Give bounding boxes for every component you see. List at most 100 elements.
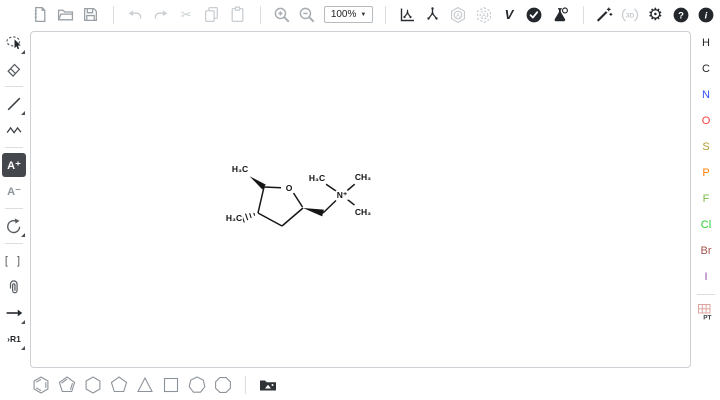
element-button-f[interactable]: F bbox=[695, 188, 717, 210]
element-button-s[interactable]: S bbox=[695, 136, 717, 158]
lasso-selection-tool[interactable] bbox=[2, 31, 26, 55]
cut-icon: ✂ bbox=[181, 8, 192, 21]
element-button-br[interactable]: Br bbox=[695, 240, 717, 262]
template-cyclooctane[interactable] bbox=[210, 372, 236, 398]
settings-button[interactable]: ⚙ bbox=[644, 3, 667, 27]
open-button[interactable] bbox=[53, 3, 76, 27]
help-button[interactable]: ? bbox=[669, 3, 692, 27]
copy-button[interactable] bbox=[200, 3, 223, 27]
open-folder-icon bbox=[57, 6, 74, 23]
rotate-tool[interactable] bbox=[2, 214, 26, 238]
3d-viewer-button[interactable]: 3D bbox=[618, 3, 641, 27]
recognize-icon bbox=[595, 6, 613, 24]
periodic-table-button[interactable]: PT bbox=[694, 300, 718, 324]
reaction-arrow-tool[interactable] bbox=[2, 301, 26, 325]
atom-label-n-methyl-top-right[interactable]: CH₃ bbox=[354, 173, 372, 182]
element-button-cl[interactable]: Cl bbox=[695, 214, 717, 236]
template-cyclopentane[interactable] bbox=[106, 372, 132, 398]
erase-tool[interactable] bbox=[2, 57, 26, 81]
save-button[interactable] bbox=[79, 3, 102, 27]
paste-icon bbox=[229, 6, 246, 23]
dropdown-corner bbox=[21, 320, 25, 324]
template-cyclohexane[interactable] bbox=[80, 372, 106, 398]
copy-icon bbox=[203, 6, 220, 23]
wedge-bond-up bbox=[303, 208, 324, 216]
paste-button[interactable] bbox=[225, 3, 248, 27]
toolbar-separator bbox=[5, 243, 23, 244]
about-button[interactable]: i bbox=[695, 3, 718, 27]
eraser-icon bbox=[5, 60, 23, 78]
wedge-bond-up bbox=[250, 176, 266, 189]
charge-plus-tool[interactable]: A⁺ bbox=[2, 153, 26, 177]
aromatize-button[interactable]: A bbox=[446, 3, 469, 27]
toolbar-separator bbox=[260, 6, 261, 24]
atom-label-ring-oxygen[interactable]: O bbox=[285, 184, 294, 193]
single-bond-tool[interactable] bbox=[2, 92, 26, 116]
dropdown-corner bbox=[21, 50, 25, 54]
brackets-icon: [ ] bbox=[5, 255, 23, 267]
element-button-p[interactable]: P bbox=[695, 162, 717, 184]
attach-tool[interactable] bbox=[2, 275, 26, 299]
zoom-out-icon bbox=[298, 6, 316, 24]
rgroup-tool[interactable]: ›R1 bbox=[2, 327, 26, 351]
flask-icon bbox=[551, 6, 569, 24]
charge-minus-tool[interactable]: A⁻ bbox=[2, 179, 26, 203]
zoom-in-button[interactable] bbox=[270, 3, 293, 27]
toolbar-separator bbox=[245, 376, 246, 394]
element-button-h[interactable]: H bbox=[695, 32, 717, 54]
new-document-icon bbox=[31, 6, 48, 23]
template-cyclopropane[interactable] bbox=[132, 372, 158, 398]
undo-button[interactable] bbox=[123, 3, 146, 27]
clean-up-button[interactable] bbox=[421, 3, 444, 27]
cyclopentane-icon bbox=[109, 375, 129, 395]
dearomatize-button[interactable]: A bbox=[472, 3, 495, 27]
chain-tool[interactable] bbox=[2, 118, 26, 142]
template-toolbar bbox=[28, 371, 281, 399]
element-button-i[interactable]: I bbox=[695, 266, 717, 288]
template-library-button[interactable] bbox=[255, 372, 281, 398]
recognize-molecule-button[interactable] bbox=[593, 3, 616, 27]
atom-label-ammonium-nitrogen[interactable]: N⁺ bbox=[336, 191, 349, 200]
save-icon bbox=[82, 6, 99, 23]
3d-viewer-icon: 3D bbox=[621, 6, 639, 24]
zoom-out-button[interactable] bbox=[295, 3, 318, 27]
zoom-level-dropdown[interactable]: 100% ▼ bbox=[324, 6, 374, 23]
benzene-icon bbox=[31, 375, 51, 395]
atom-label-n-methyl-left[interactable]: H₃C bbox=[308, 174, 326, 183]
cut-button[interactable]: ✂ bbox=[174, 3, 197, 27]
atom-label-n-methyl-bottom-right[interactable]: CH₃ bbox=[354, 208, 372, 217]
svg-text:PT: PT bbox=[703, 315, 711, 322]
atom-label-methyl-bottom-left[interactable]: H₃C bbox=[225, 214, 243, 223]
template-cycloheptane[interactable] bbox=[184, 372, 210, 398]
svg-text:?: ? bbox=[678, 10, 684, 21]
dearomatize-icon: A bbox=[475, 6, 493, 24]
element-button-o[interactable]: O bbox=[695, 110, 717, 132]
dropdown-corner bbox=[21, 346, 25, 350]
charge-plus-icon: A⁺ bbox=[7, 159, 21, 172]
layout-button[interactable] bbox=[395, 3, 418, 27]
undo-icon bbox=[127, 6, 144, 23]
atom-label-methyl-top-left[interactable]: H₃C bbox=[231, 165, 249, 174]
clean-up-icon bbox=[424, 6, 441, 23]
toolbar-separator bbox=[385, 6, 386, 24]
dropdown-corner bbox=[21, 233, 25, 237]
drawing-canvas[interactable]: H₃C O H₃C H₃C N⁺ CH₃ CH₃ bbox=[30, 31, 691, 368]
template-cyclobutane[interactable] bbox=[158, 372, 184, 398]
template-cyclopentadiene[interactable] bbox=[54, 372, 80, 398]
calculate-cip-button[interactable]: V bbox=[497, 3, 520, 27]
new-document-button[interactable] bbox=[28, 3, 51, 27]
top-toolbar: ✂ 100% ▼ bbox=[0, 0, 720, 29]
element-button-n[interactable]: N bbox=[695, 84, 717, 106]
dropdown-corner bbox=[21, 111, 25, 115]
cyclopropane-icon bbox=[135, 375, 155, 395]
calculated-values-button[interactable] bbox=[548, 3, 571, 27]
paperclip-icon bbox=[5, 278, 23, 296]
check-structure-button[interactable] bbox=[523, 3, 546, 27]
aromatize-icon: A bbox=[449, 6, 467, 24]
template-benzene[interactable] bbox=[28, 372, 54, 398]
element-button-c[interactable]: C bbox=[695, 58, 717, 80]
toolbar-separator bbox=[5, 208, 23, 209]
chain-icon bbox=[5, 121, 23, 139]
sgroup-tool[interactable]: [ ] bbox=[2, 249, 26, 273]
redo-button[interactable] bbox=[149, 3, 172, 27]
